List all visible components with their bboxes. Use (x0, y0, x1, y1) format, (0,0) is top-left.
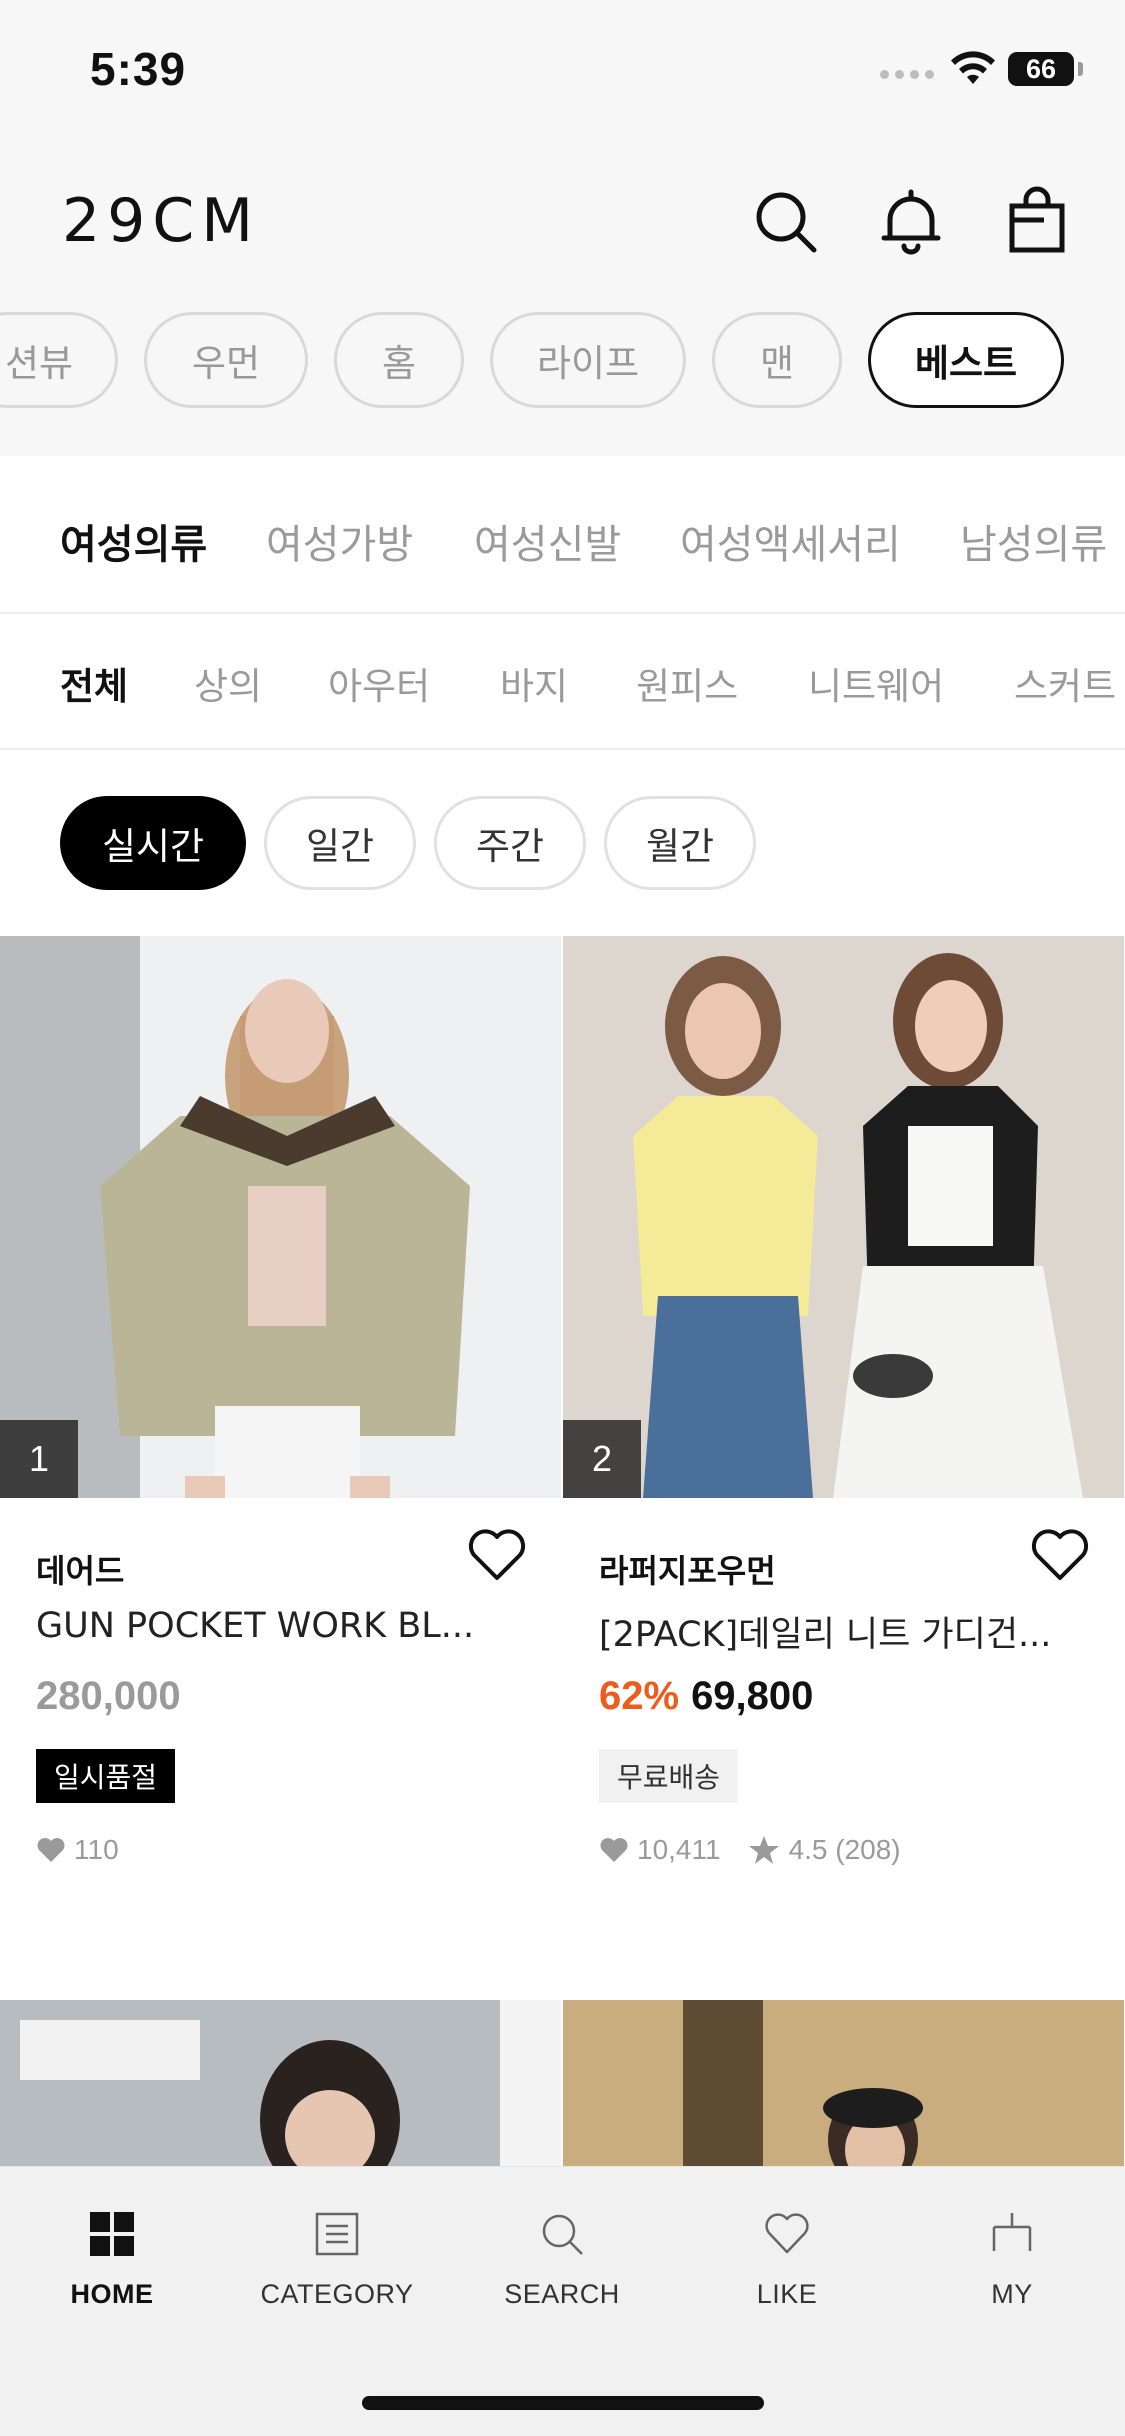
subtab-skirts[interactable]: 스커트 (1014, 656, 1116, 710)
soldout-tag: 일시품절 (36, 1749, 176, 1803)
product-image[interactable]: 2 (563, 936, 1124, 1498)
price-value: 69,800 (691, 1674, 814, 1718)
subtab-pants[interactable]: 바지 (500, 656, 568, 710)
price-value: 280,000 (36, 1674, 181, 1718)
nav-label: SEARCH (504, 2279, 620, 2309)
nav-label: MY (991, 2279, 1033, 2309)
category-tabs: 여성의류 여성가방 여성신발 여성액세서리 남성의류 (0, 456, 1125, 614)
tab-women-bags[interactable]: 여성가방 (266, 512, 413, 570)
heart-icon[interactable] (466, 1526, 528, 1584)
search-icon (542, 2214, 583, 2255)
bell-icon[interactable] (878, 186, 944, 256)
rank-badge: 1 (0, 1420, 78, 1498)
category-list-icon (315, 2212, 359, 2256)
period-filter: 실시간 일간 주간 월간 (0, 796, 1125, 892)
chip-women[interactable]: 우먼 (144, 312, 308, 408)
shopping-bag-icon[interactable] (1004, 186, 1070, 256)
tab-women-shoes[interactable]: 여성신발 (474, 512, 621, 570)
top-menu-chips: 션뷰 우먼 홈 라이프 맨 베스트 (0, 312, 1125, 408)
subtab-outer[interactable]: 아우터 (328, 656, 430, 710)
product-image[interactable]: 1 (0, 936, 561, 1498)
brand-name[interactable]: 데어드 (36, 1546, 124, 1592)
like-count-icon (600, 1838, 628, 1862)
discount-rate: 62% (599, 1674, 680, 1718)
period-monthly[interactable]: 월간 (604, 796, 756, 890)
star-icon (748, 1836, 779, 1864)
product-image[interactable] (0, 2000, 561, 2168)
search-icon[interactable] (752, 186, 818, 256)
nav-label: CATEGORY (260, 2279, 414, 2309)
product-photo (563, 2000, 1124, 2168)
product-photo (0, 936, 561, 1498)
product-photo (0, 2000, 561, 2168)
like-count-icon (37, 1838, 65, 1862)
nav-like[interactable]: LIKE (687, 2211, 887, 2310)
chip-men[interactable]: 맨 (712, 312, 842, 408)
product-card[interactable]: 2 라퍼지포우먼 [2PACK]데일리 니트 가디건... 62% 69,800 … (563, 936, 1124, 1865)
wifi-icon (951, 51, 995, 84)
free-shipping-tag: 무료배송 (599, 1749, 739, 1803)
chip-life[interactable]: 라이프 (490, 312, 686, 408)
nav-home[interactable]: HOME (12, 2211, 212, 2310)
profile-icon (992, 2213, 1032, 2251)
period-weekly[interactable]: 주간 (434, 796, 586, 890)
tab-men-clothing[interactable]: 남성의류 (960, 512, 1107, 570)
product-price: 62% 69,800 (599, 1674, 813, 1719)
chip-fashion[interactable]: 션뷰 (0, 312, 118, 408)
rating: 4.5 (208) (788, 1834, 901, 1865)
brand-name[interactable]: 라퍼지포우먼 (599, 1546, 776, 1592)
status-time: 5:39 (90, 43, 187, 95)
status-bar: 5:39 66 (0, 0, 1125, 140)
product-price: 280,000 (36, 1674, 181, 1719)
nav-label: LIKE (756, 2279, 818, 2309)
chip-best[interactable]: 베스트 (868, 312, 1064, 408)
product-name[interactable]: [2PACK]데일리 니트 가디건... (599, 1606, 1099, 1657)
rank-badge: 2 (563, 1420, 641, 1498)
subtab-dresses[interactable]: 원피스 (636, 656, 738, 710)
tab-women-clothing[interactable]: 여성의류 (60, 512, 207, 570)
product-stats: 10,411 4.5 (208) (599, 1834, 901, 1866)
battery-cap (1078, 62, 1083, 76)
home-grid-icon (90, 2212, 134, 2256)
tab-women-accessories[interactable]: 여성액세서리 (680, 512, 901, 570)
nav-label: HOME (70, 2279, 154, 2309)
product-name[interactable]: GUN POCKET WORK BL... (36, 1606, 536, 1646)
heart-icon[interactable] (1029, 1526, 1091, 1584)
app-logo[interactable]: 29CM (62, 186, 260, 256)
product-card[interactable]: 1 데어드 GUN POCKET WORK BL... 280,000 일시품절… (0, 936, 561, 1865)
subtab-all[interactable]: 전체 (60, 656, 128, 710)
chip-home[interactable]: 홈 (334, 312, 464, 408)
home-indicator (362, 2396, 764, 2410)
nav-search[interactable]: SEARCH (462, 2211, 662, 2310)
period-realtime[interactable]: 실시간 (60, 796, 246, 890)
nav-category[interactable]: CATEGORY (237, 2211, 437, 2310)
product-stats: 110 (36, 1834, 119, 1866)
like-count: 10,411 (637, 1834, 721, 1865)
heart-icon (765, 2213, 809, 2254)
battery-icon: 66 (1008, 52, 1074, 86)
period-daily[interactable]: 일간 (264, 796, 416, 890)
subtab-knitwear[interactable]: 니트웨어 (808, 656, 944, 710)
signal-icon (880, 70, 934, 79)
subtab-tops[interactable]: 상의 (194, 656, 262, 710)
product-photo (563, 936, 1124, 1498)
nav-my[interactable]: MY (912, 2211, 1112, 2310)
like-count: 110 (74, 1834, 119, 1865)
subcategory-tabs: 전체 상의 아우터 바지 원피스 니트웨어 스커트 (0, 614, 1125, 750)
product-image[interactable] (563, 2000, 1124, 2168)
